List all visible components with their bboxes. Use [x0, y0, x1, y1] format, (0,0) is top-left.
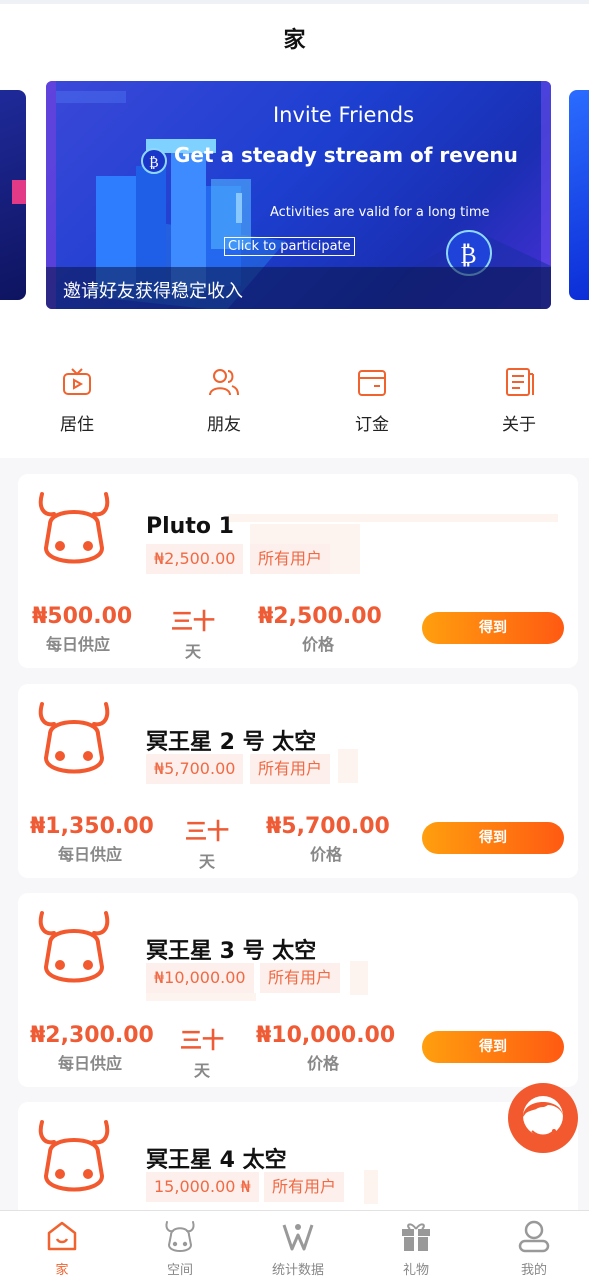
tab-label: 我的: [520, 1263, 547, 1278]
price-tag: ₦2,500.00: [146, 544, 244, 574]
daily-supply: ₦500.00 每日供应: [32, 604, 133, 655]
price-label: 价格: [301, 635, 334, 654]
bottom-tab-bar: 家 空间 统计数据 礼物 我的: [0, 1210, 589, 1280]
price-tag: ₦5,700.00: [146, 754, 244, 784]
tab-profile[interactable]: 我的: [484, 1219, 584, 1278]
duration-label: 天: [198, 852, 215, 871]
audience-tag: 所有用户: [250, 754, 331, 784]
price-label: 价格: [306, 1054, 339, 1073]
duration-value: 三十: [179, 1029, 224, 1054]
duration-value: 三十: [184, 820, 229, 845]
price-value: ₦10,000.00: [256, 1023, 396, 1048]
duration: 三十 天: [163, 604, 223, 662]
daily-supply-label: 每日供应: [45, 635, 110, 654]
cow-icon: [165, 1221, 195, 1252]
tab-label: 礼物: [402, 1263, 429, 1278]
tab-label: 家: [55, 1263, 69, 1278]
tv-icon: [63, 368, 91, 395]
invite-banner[interactable]: ₿ ₿ Invite Friends Get a steady stream o…: [46, 81, 551, 309]
price-value: ₦5,700.00: [266, 814, 390, 839]
duration-value: 三十: [170, 610, 215, 635]
price-tag: ₦10,000.00: [146, 963, 254, 993]
product-card: 冥王星 3 号 太空 ₦10,000.00 所有用户 ₦2,300.00 每日供…: [18, 893, 578, 1087]
menu-label: 订金: [355, 415, 389, 435]
get-button[interactable]: 得到: [422, 612, 564, 644]
audience-tag: 所有用户: [250, 544, 331, 574]
cow-avatar-icon: [38, 911, 110, 983]
banner-caption: 邀请好友获得稳定收入: [46, 267, 551, 309]
duration-label: 天: [184, 642, 201, 661]
menu-item-about[interactable]: 关于: [469, 366, 569, 435]
product-name: 冥王星 3 号 太空: [146, 939, 317, 964]
customer-service-button[interactable]: [508, 1083, 578, 1153]
menu-label: 居住: [60, 415, 94, 435]
audience-tag: 所有用户: [264, 1172, 345, 1202]
page-title: 家: [283, 28, 306, 53]
get-button[interactable]: 得到: [422, 822, 564, 854]
banner-next-slide[interactable]: [569, 90, 589, 300]
price-label: 价格: [309, 845, 342, 864]
product-name: Pluto 1: [146, 514, 234, 539]
cow-avatar-icon: [38, 492, 110, 564]
tab-label: 空间: [166, 1263, 193, 1278]
price: ₦5,700.00 价格: [266, 814, 390, 865]
wallet-icon: [358, 370, 386, 396]
svg-text:₿: ₿: [460, 241, 477, 269]
daily-supply: ₦1,350.00 每日供应: [30, 814, 154, 865]
product-name: 冥王星 2 号 太空: [146, 730, 317, 755]
duration-label: 天: [193, 1061, 210, 1080]
participate-button[interactable]: Click to participate: [224, 237, 355, 256]
daily-supply-value: ₦500.00: [32, 604, 133, 629]
cow-avatar-icon: [38, 702, 110, 774]
duration: 三十 天: [172, 1023, 232, 1081]
daily-supply-label: 每日供应: [57, 845, 122, 864]
menu-item-friends[interactable]: 朋友: [174, 366, 274, 435]
svg-text:₿: ₿: [149, 155, 159, 171]
price-tag: 15,000.00 ₦: [146, 1172, 259, 1202]
price-value: ₦2,500.00: [258, 604, 382, 629]
banner-headline: Get a steady stream of revenu: [174, 143, 518, 167]
product-card: Pluto 1 ₦2,500.00 所有用户 ₦500.00 每日供应 三十 天…: [18, 474, 578, 668]
menu-item-deposit[interactable]: 订金: [322, 366, 422, 435]
support-agent-icon: [523, 1096, 563, 1137]
duration: 三十 天: [177, 814, 237, 872]
price: ₦10,000.00 价格: [256, 1023, 396, 1074]
tab-label: 统计数据: [271, 1263, 324, 1278]
gift-icon: [402, 1223, 430, 1251]
home-icon: [47, 1221, 77, 1251]
stats-icon: [282, 1224, 314, 1251]
product-name: 冥王星 4 太空: [146, 1148, 287, 1173]
price: ₦2,500.00 价格: [258, 604, 382, 655]
audience-tag: 所有用户: [260, 963, 341, 993]
tab-home[interactable]: 家: [12, 1219, 112, 1278]
product-card: 冥王星 2 号 太空 ₦5,700.00 所有用户 ₦1,350.00 每日供应…: [18, 684, 578, 878]
daily-supply: ₦2,300.00 每日供应: [30, 1023, 154, 1074]
daily-supply-label: 每日供应: [57, 1054, 122, 1073]
tab-space[interactable]: 空间: [130, 1219, 230, 1278]
friends-icon: [209, 369, 239, 396]
menu-label: 关于: [502, 415, 536, 435]
cow-avatar-icon: [38, 1120, 110, 1192]
banner-prev-slide[interactable]: [0, 90, 26, 300]
menu-item-live[interactable]: 居住: [27, 366, 127, 435]
banner-subtitle: Activities are valid for a long time: [270, 205, 490, 220]
banner-title: Invite Friends: [272, 103, 415, 127]
daily-supply-value: ₦2,300.00: [30, 1023, 154, 1048]
get-button[interactable]: 得到: [422, 1031, 564, 1063]
user-icon: [518, 1220, 550, 1253]
daily-supply-value: ₦1,350.00: [30, 814, 154, 839]
tab-gifts[interactable]: 礼物: [366, 1219, 466, 1278]
tab-statistics[interactable]: 统计数据: [248, 1219, 348, 1278]
document-icon: [506, 368, 534, 396]
menu-label: 朋友: [207, 415, 241, 435]
